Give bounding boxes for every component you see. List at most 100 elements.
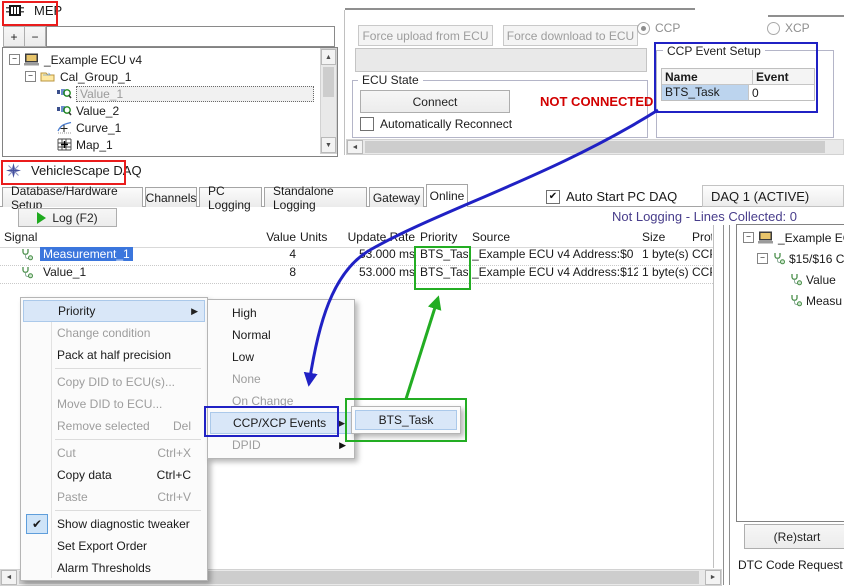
source-cell: _Example ECU v4 Address:$0 [472, 247, 638, 261]
force-download-button[interactable]: Force download to ECU [503, 25, 638, 46]
xcp-radio[interactable]: XCP [767, 21, 810, 35]
add-node-button[interactable]: + [3, 26, 25, 47]
log-button[interactable]: Log (F2) [18, 208, 117, 227]
menu-item-change-condition[interactable]: Change condition [23, 322, 205, 344]
scroll-thumb[interactable] [365, 141, 825, 153]
remove-node-button[interactable]: − [24, 26, 46, 47]
value-cell: 4 [212, 247, 296, 261]
ccp-event-table-header: Name Event [662, 69, 814, 85]
menu-item-copy-did[interactable]: Copy DID to ECU(s)... [23, 371, 205, 393]
minus-icon: − [31, 30, 38, 44]
menu-item-show-diagnostic-tweaker[interactable]: ✔ Show diagnostic tweaker [23, 513, 205, 535]
menu-item-cut[interactable]: Cut Ctrl+X [23, 442, 205, 464]
header-signal[interactable]: Signal [4, 230, 209, 244]
splitter[interactable] [723, 225, 724, 585]
ccp-radio[interactable]: CCP [637, 21, 680, 35]
menu-item-priority[interactable]: Priority ▶ [23, 300, 205, 322]
tree-item-map-1[interactable]: Map_1 [57, 136, 113, 153]
header-size[interactable]: Size [642, 230, 688, 244]
radio-selected-icon [637, 22, 650, 35]
popup-item-bts-task[interactable]: BTS_Task [355, 410, 457, 430]
menu-item-alarm-thresholds[interactable]: Alarm Thresholds [23, 557, 205, 579]
tree-item-daq-group[interactable]: − $15/$16 C [757, 250, 844, 267]
scroll-right-icon[interactable]: ► [705, 570, 721, 585]
header-priority[interactable]: Priority [420, 230, 468, 244]
submenu-item-low[interactable]: Low [210, 346, 352, 368]
submenu-arrow-icon: ▶ [191, 306, 198, 317]
menu-separator [55, 439, 201, 440]
connect-button[interactable]: Connect [360, 90, 510, 113]
submenu-item-dpid[interactable]: DPID ▶ [210, 434, 352, 456]
header-value[interactable]: Value [212, 230, 296, 244]
folder-icon [40, 70, 56, 83]
chip-icon [6, 3, 24, 18]
tab-online[interactable]: Online [426, 184, 468, 207]
map-icon [57, 138, 72, 151]
auto-start-checkbox[interactable]: ✔ Auto Start PC DAQ [546, 189, 677, 204]
tab-database-hardware-setup[interactable]: Database/Hardware Setup [2, 187, 143, 207]
tab-pc-logging[interactable]: PC Logging [199, 187, 262, 207]
size-cell: 1 byte(s) [642, 265, 688, 279]
tree-item-example-ecu[interactable]: − _Example ECU v4 [9, 51, 142, 68]
mep-tree-panel: − _Example ECU v4 − Cal_Group_1 Value_1 … [2, 47, 338, 157]
mep-tree-scrollbar[interactable]: ▲ ▼ [320, 48, 337, 154]
menu-item-remove-selected[interactable]: Remove selected Del [23, 415, 205, 437]
tree-item-value-1[interactable]: Value_1 [57, 85, 314, 102]
menu-item-set-export-order[interactable]: Set Export Order [23, 535, 205, 557]
scroll-up-icon[interactable]: ▲ [321, 49, 336, 65]
tree-item-measurement[interactable]: Measu [789, 292, 842, 309]
scroll-left-icon[interactable]: ◄ [347, 140, 363, 154]
collapse-icon[interactable]: − [9, 54, 20, 65]
restart-button[interactable]: (Re)start [744, 524, 844, 549]
signal-name[interactable]: Value_1 [40, 265, 89, 279]
submenu-item-normal[interactable]: Normal [210, 324, 352, 346]
scroll-thumb[interactable] [323, 67, 334, 97]
force-upload-button[interactable]: Force upload from ECU [358, 25, 493, 46]
mep-hscrollbar[interactable]: ◄ [346, 139, 844, 155]
collapse-icon[interactable]: − [757, 253, 768, 264]
daq-header: VehicleScape DAQ [6, 163, 142, 178]
collapse-icon[interactable]: − [743, 232, 754, 243]
menu-item-move-did[interactable]: Move DID to ECU... [23, 393, 205, 415]
header-update-rate[interactable]: Update Rate [331, 230, 415, 244]
event-value-cell[interactable]: 0 [749, 86, 759, 100]
update-rate-cell: 53.000 ms [331, 247, 415, 261]
tree-item-curve-1[interactable]: Curve_1 [57, 119, 121, 136]
auto-reconnect-checkbox[interactable]: Automatically Reconnect [360, 117, 512, 131]
ccp-event-table: Name Event BTS_Task 0 [661, 68, 815, 101]
collapse-icon[interactable]: − [25, 71, 36, 82]
tab-channels[interactable]: Channels [145, 187, 197, 207]
submenu-item-high[interactable]: High [210, 302, 352, 324]
event-name-cell[interactable]: BTS_Task [662, 85, 749, 100]
tree-item-label: Value [806, 273, 836, 287]
tab-standalone-logging[interactable]: Standalone Logging [264, 187, 367, 207]
tree-item-value[interactable]: Value [789, 271, 836, 288]
priority-cell[interactable]: BTS_Task [420, 265, 468, 279]
scroll-down-icon[interactable]: ▼ [321, 137, 336, 153]
header-units[interactable]: Units [300, 230, 328, 244]
shortcut-label: Ctrl+V [157, 490, 195, 504]
value-icon [57, 87, 72, 100]
tab-gateway[interactable]: Gateway [369, 187, 424, 207]
tree-item-example-ecu[interactable]: − _Example EC [743, 229, 844, 246]
submenu-item-ccp-xcp-events[interactable]: CCP/XCP Events ▶ [210, 412, 352, 434]
scroll-left-icon[interactable]: ◄ [1, 570, 17, 585]
tree-item-cal-group[interactable]: − Cal_Group_1 [25, 68, 131, 85]
tree-item-value-2[interactable]: Value_2 [57, 102, 119, 119]
splitter[interactable] [729, 225, 730, 585]
signal-row-value-1[interactable]: Value_1 8 53.000 ms BTS_Task _Example EC… [0, 265, 713, 284]
tree-item-label: Cal_Group_1 [60, 70, 131, 84]
submenu-item-none[interactable]: None [210, 368, 352, 390]
menu-item-copy-data[interactable]: Copy data Ctrl+C [23, 464, 205, 486]
header-protocol[interactable]: Protoc [692, 230, 712, 244]
mep-filter-input[interactable] [46, 26, 335, 47]
submenu-item-on-change[interactable]: On Change [210, 390, 352, 412]
signal-name[interactable]: Measurement_1 [40, 247, 133, 261]
menu-item-pack-half-precision[interactable]: Pack at half precision [23, 344, 205, 366]
menu-item-paste[interactable]: Paste Ctrl+V [23, 486, 205, 508]
priority-cell[interactable]: BTS_Task [420, 247, 468, 261]
submenu-arrow-icon: ▶ [338, 418, 345, 429]
header-source[interactable]: Source [472, 230, 638, 244]
ccp-event-row[interactable]: BTS_Task 0 [662, 85, 814, 100]
signal-row-measurement-1[interactable]: Measurement_1 4 53.000 ms BTS_Task _Exam… [0, 247, 713, 266]
